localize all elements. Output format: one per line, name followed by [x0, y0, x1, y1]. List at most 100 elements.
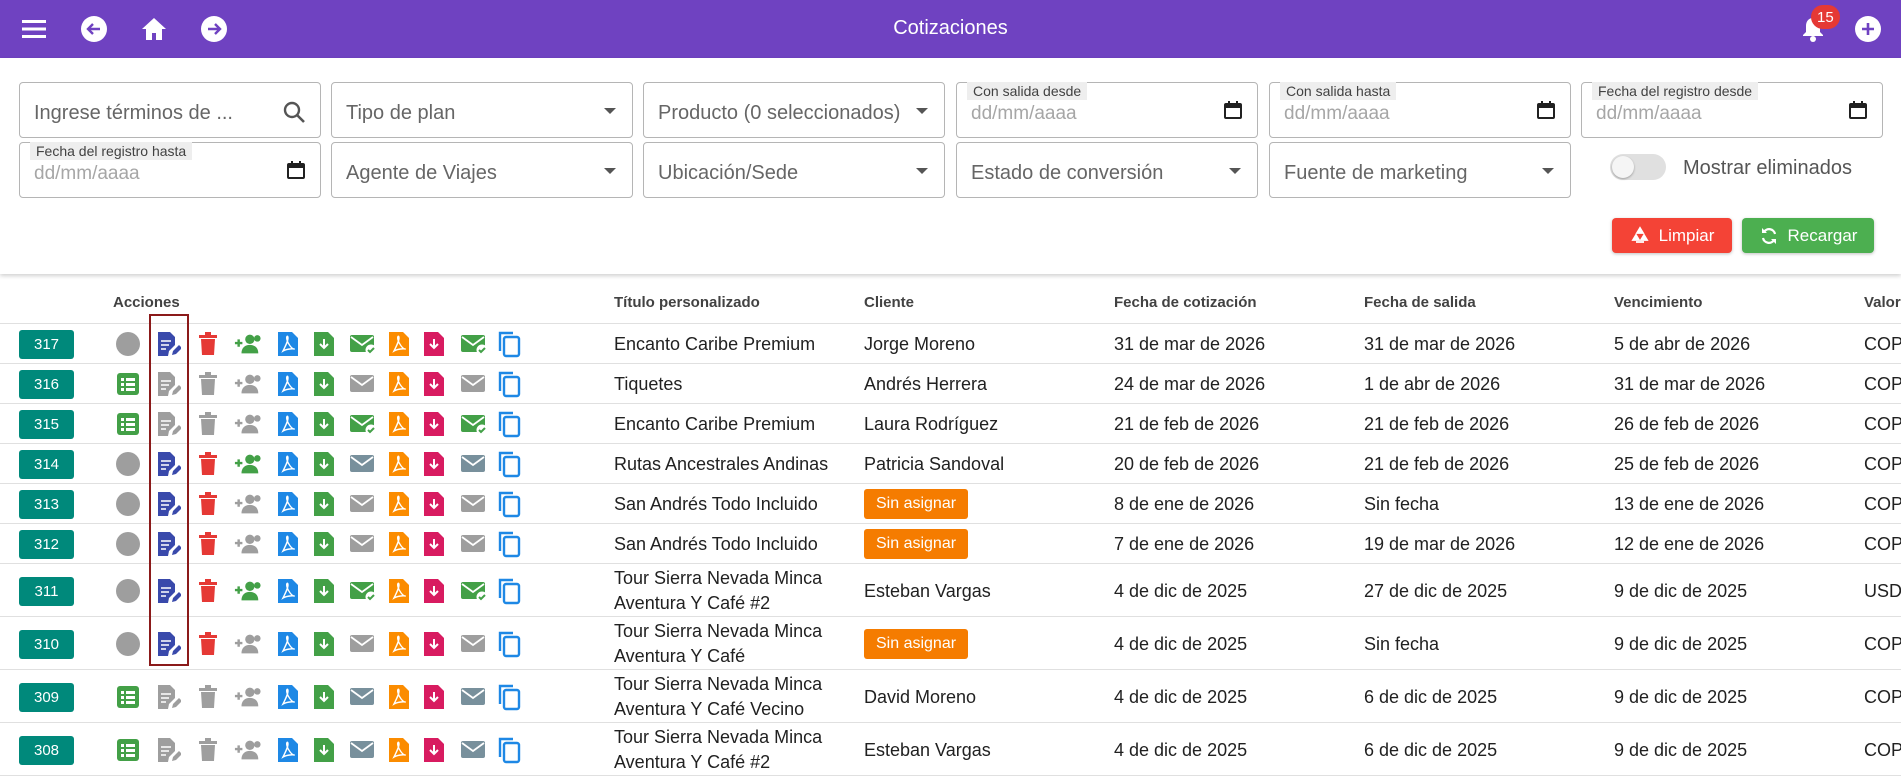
table-row[interactable]: 315 Encanto Caribe Premium Laura Rodríguez…: [0, 404, 1901, 444]
delete-icon[interactable]: [194, 410, 222, 438]
email-send-icon[interactable]: [460, 530, 488, 558]
file-download-icon[interactable]: [310, 736, 338, 764]
edit-icon[interactable]: [154, 683, 182, 711]
clear-button[interactable]: Limpiar: [1612, 218, 1732, 253]
table-row[interactable]: 313 San Andrés Todo Incluido Sin asignar 8 …: [0, 484, 1901, 524]
assign-user-icon[interactable]: [234, 530, 262, 558]
file-download-icon[interactable]: [310, 370, 338, 398]
file-pink-icon[interactable]: [420, 577, 448, 605]
file-pink-icon[interactable]: [420, 370, 448, 398]
email-icon[interactable]: [349, 683, 377, 711]
email-send-icon[interactable]: [460, 630, 488, 658]
list-icon[interactable]: [114, 370, 142, 398]
pdf-orange-icon[interactable]: [385, 490, 413, 518]
pdf-icon[interactable]: [274, 330, 302, 358]
location-select[interactable]: Ubicación/Sede: [643, 142, 945, 198]
quote-id-badge[interactable]: 317: [19, 330, 74, 359]
file-download-icon[interactable]: [310, 577, 338, 605]
assign-user-icon[interactable]: [234, 630, 262, 658]
file-download-icon[interactable]: [310, 330, 338, 358]
pdf-icon[interactable]: [274, 530, 302, 558]
copy-icon[interactable]: [495, 370, 523, 398]
email-send-icon[interactable]: [460, 410, 488, 438]
email-icon[interactable]: [349, 530, 377, 558]
email-icon[interactable]: [349, 450, 377, 478]
email-icon[interactable]: [349, 370, 377, 398]
search-icon[interactable]: [282, 100, 306, 129]
col-client[interactable]: Cliente: [864, 294, 914, 311]
list-icon[interactable]: [114, 410, 142, 438]
pdf-orange-icon[interactable]: [385, 410, 413, 438]
quote-id-badge[interactable]: 314: [19, 450, 74, 479]
email-send-icon[interactable]: [460, 370, 488, 398]
assign-user-icon[interactable]: [234, 736, 262, 764]
file-pink-icon[interactable]: [420, 330, 448, 358]
copy-icon[interactable]: [495, 490, 523, 518]
file-pink-icon[interactable]: [420, 450, 448, 478]
departure-from-date[interactable]: Con salida desde dd/mm/aaaa: [956, 82, 1258, 138]
email-icon[interactable]: [349, 577, 377, 605]
pdf-icon[interactable]: [274, 683, 302, 711]
pdf-icon[interactable]: [274, 577, 302, 605]
delete-icon[interactable]: [194, 530, 222, 558]
email-send-icon[interactable]: [460, 683, 488, 711]
assign-user-icon[interactable]: [234, 683, 262, 711]
delete-icon[interactable]: [194, 630, 222, 658]
file-pink-icon[interactable]: [420, 683, 448, 711]
plan-type-select[interactable]: Tipo de plan: [331, 82, 633, 138]
file-download-icon[interactable]: [310, 683, 338, 711]
assign-user-icon[interactable]: [234, 330, 262, 358]
file-pink-icon[interactable]: [420, 490, 448, 518]
email-send-icon[interactable]: [460, 736, 488, 764]
quote-id-badge[interactable]: 315: [19, 410, 74, 439]
pdf-orange-icon[interactable]: [385, 370, 413, 398]
email-send-icon[interactable]: [460, 450, 488, 478]
departure-to-date[interactable]: Con salida hasta dd/mm/aaaa: [1269, 82, 1571, 138]
quote-id-badge[interactable]: 311: [19, 577, 74, 606]
assign-user-icon[interactable]: [234, 370, 262, 398]
email-icon[interactable]: [349, 490, 377, 518]
pdf-orange-icon[interactable]: [385, 630, 413, 658]
copy-icon[interactable]: [495, 330, 523, 358]
table-row[interactable]: 310 Tour Sierra Nevada Minca Aventura Y Ca…: [0, 617, 1901, 670]
delete-icon[interactable]: [194, 683, 222, 711]
copy-icon[interactable]: [495, 736, 523, 764]
col-expiration[interactable]: Vencimiento: [1614, 294, 1702, 311]
pdf-orange-icon[interactable]: [385, 530, 413, 558]
conversion-status-select[interactable]: Estado de conversión: [956, 142, 1258, 198]
copy-icon[interactable]: [495, 630, 523, 658]
status-circle-icon[interactable]: [114, 530, 142, 558]
registered-to-date[interactable]: Fecha del registro hasta dd/mm/aaaa: [19, 142, 321, 198]
quote-id-badge[interactable]: 308: [19, 736, 74, 765]
pdf-icon[interactable]: [274, 370, 302, 398]
travel-agent-select[interactable]: Agente de Viajes: [331, 142, 633, 198]
email-icon[interactable]: [349, 736, 377, 764]
unassigned-chip[interactable]: Sin asignar: [864, 489, 969, 519]
calendar-icon[interactable]: [1223, 100, 1243, 125]
file-download-icon[interactable]: [310, 490, 338, 518]
table-row[interactable]: 314 Rutas Ancestrales Andinas Patricia San…: [0, 444, 1901, 484]
file-pink-icon[interactable]: [420, 736, 448, 764]
col-departure-date[interactable]: Fecha de salida: [1364, 294, 1476, 311]
unassigned-chip[interactable]: Sin asignar: [864, 629, 969, 659]
unassigned-chip[interactable]: Sin asignar: [864, 529, 969, 559]
copy-icon[interactable]: [495, 530, 523, 558]
email-icon[interactable]: [349, 410, 377, 438]
pdf-icon[interactable]: [274, 736, 302, 764]
add-icon[interactable]: [1852, 13, 1884, 45]
email-send-icon[interactable]: [460, 577, 488, 605]
table-row[interactable]: 316 Tiquetes Andrés Herrera 24 de mar de 20…: [0, 364, 1901, 404]
email-icon[interactable]: [349, 630, 377, 658]
email-send-icon[interactable]: [460, 330, 488, 358]
file-pink-icon[interactable]: [420, 410, 448, 438]
status-circle-icon[interactable]: [114, 577, 142, 605]
pdf-icon[interactable]: [274, 410, 302, 438]
file-pink-icon[interactable]: [420, 530, 448, 558]
table-row[interactable]: 308 Tour Sierra Nevada Minca Aventura Y Ca…: [0, 723, 1901, 776]
list-icon[interactable]: [114, 736, 142, 764]
status-circle-icon[interactable]: [114, 330, 142, 358]
copy-icon[interactable]: [495, 450, 523, 478]
file-download-icon[interactable]: [310, 530, 338, 558]
search-input[interactable]: Ingrese términos de ...: [19, 82, 321, 138]
status-circle-icon[interactable]: [114, 630, 142, 658]
